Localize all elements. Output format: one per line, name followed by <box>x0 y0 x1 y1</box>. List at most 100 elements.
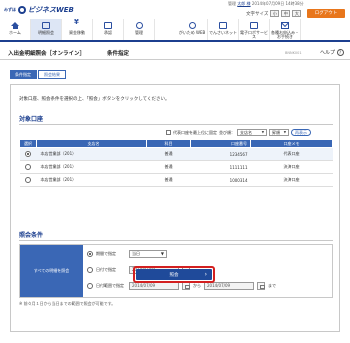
step-indicator: 条件指定 照会結果 <box>10 70 66 79</box>
page-title: 入出金明細照会［オンライン］ <box>8 51 86 57</box>
chevron-down-icon: ▼ <box>283 130 286 134</box>
date-label: 日付で指定 <box>96 267 116 272</box>
sort-field-value: 支店名 <box>240 130 252 135</box>
global-nav: ホーム 明細照会 資金移動 承認 管理 がいため WEB でんさいネット <box>0 19 350 42</box>
approval-icon <box>104 22 112 29</box>
conditions-label: すべての明細を照会 <box>20 245 83 297</box>
branch-cell: 本店営業部（201） <box>36 147 147 161</box>
font-large-button[interactable]: 大 <box>292 10 302 17</box>
nav-approval[interactable]: 承認 <box>93 19 124 40</box>
account-radio[interactable] <box>25 177 31 183</box>
date-radio[interactable] <box>87 267 93 273</box>
font-small-button[interactable]: 小 <box>270 10 280 17</box>
user-prefix: 管理 <box>228 1 236 6</box>
table-row[interactable]: 本店営業部（201） 普通 1234567 代表口座 <box>19 147 333 161</box>
nav-densai[interactable]: でんさいネット <box>208 19 239 40</box>
nav-statement[interactable]: 明細照会 <box>31 19 62 40</box>
col-header-branch: 支店名 <box>36 139 147 148</box>
range-radio[interactable] <box>87 283 93 289</box>
help-link[interactable]: ヘルプ ? <box>320 49 344 56</box>
number-cell: 1111111 <box>190 160 251 174</box>
memo-cell: 決済口座 <box>250 160 333 174</box>
divider <box>19 240 333 241</box>
col-header-memo: 口座メモ <box>250 139 333 148</box>
densai-icon <box>219 22 227 29</box>
sort-field-select[interactable]: 支店名 ▼ <box>237 129 267 136</box>
nav-management[interactable]: 管理 <box>124 19 155 40</box>
sort-order-select[interactable]: 昇順 ▼ <box>269 129 289 136</box>
nav-label: ホーム <box>9 30 21 35</box>
branch-cell: 本店営業部（201） <box>36 173 147 187</box>
statement-icon <box>42 22 50 29</box>
user-name[interactable]: 太郎 様 <box>237 1 250 6</box>
branch-cell: 本店営業部（201） <box>36 160 147 174</box>
forex-icon <box>188 22 196 29</box>
submit-highlight: 照会 › <box>133 266 215 283</box>
nav-forex[interactable]: がいため WEB <box>177 19 208 40</box>
logo-mark-icon <box>18 6 26 14</box>
range-from-input[interactable]: 2014/07/09 <box>129 282 179 290</box>
nav-label: でんさいネット <box>209 30 237 35</box>
page-subtitle: 条件指定 <box>107 51 130 57</box>
inquiry-button[interactable]: 照会 › <box>136 269 212 280</box>
nav-application[interactable]: 各種お申込み・お手続き <box>270 19 301 40</box>
range-end-label: まで <box>268 283 276 288</box>
divider <box>19 124 333 125</box>
number-cell: 1000314 <box>190 173 251 187</box>
nav-transfer[interactable]: 資金移動 <box>62 19 93 40</box>
logout-button[interactable]: ログアウト <box>307 9 345 18</box>
nav-label: 資金移動 <box>69 30 85 35</box>
step-next: 照会結果 <box>38 70 66 79</box>
table-row[interactable]: 本店営業部（201） 普通 1000314 決済口座 <box>19 173 333 187</box>
home-icon <box>11 22 19 29</box>
nav-label: 承認 <box>104 30 112 35</box>
range-to-input[interactable]: 2014/07/09 <box>204 282 254 290</box>
number-cell: 1234567 <box>190 147 251 161</box>
nav-label: がいため WEB <box>178 30 206 35</box>
account-radio[interactable] <box>25 151 31 157</box>
brand-logo[interactable]: みずほ ビジネスWEB <box>4 4 74 16</box>
nav-label: 電子ロボサービス <box>240 30 268 39</box>
memo-cell: 決済口座 <box>250 173 333 187</box>
range-row: 日付範囲で指定 2014/07/09 から 2014/07/09 まで <box>87 282 276 290</box>
last-login: 2014年07月09日 14時38分 <box>251 1 304 6</box>
transfer-icon <box>73 20 81 29</box>
col-header-select: 選択 <box>19 139 37 148</box>
calendar-icon[interactable] <box>182 282 190 290</box>
period-radio[interactable] <box>87 251 93 257</box>
robo-icon <box>250 22 258 29</box>
range-separator: から <box>193 283 201 288</box>
chevron-down-icon: ▼ <box>160 251 164 256</box>
nav-label: 各種お申込み・お手続き <box>271 30 299 39</box>
table-row[interactable]: 本店営業部（201） 普通 1111111 決済口座 <box>19 160 333 174</box>
calendar-icon[interactable] <box>257 282 265 290</box>
representative-first-checkbox[interactable] <box>166 130 171 135</box>
period-row: 期間で指定 当日 ▼ <box>87 250 167 258</box>
nav-home[interactable]: ホーム <box>0 19 31 40</box>
accounts-table: 選択 支店名 科目 口座番号 口座メモ 本店営業部（201） 普通 123456… <box>19 139 333 187</box>
screen-id: BNNK001 <box>285 51 302 55</box>
type-cell: 普通 <box>146 147 191 161</box>
nav-robo[interactable]: 電子ロボサービス <box>239 19 270 40</box>
range-label: 日付範囲で指定 <box>96 283 124 288</box>
resort-button[interactable]: 再表示 <box>291 129 311 136</box>
logo-small-text: みずほ <box>4 7 16 12</box>
font-medium-button[interactable]: 中 <box>281 10 291 17</box>
font-size-label: 文字サイズ <box>246 11 269 17</box>
chevron-down-icon: ▼ <box>261 130 264 134</box>
period-note: ※ 前々月１日から当日までの範囲で照会が可能です。 <box>19 301 116 306</box>
main-panel: 対象口座、照会条件を選択の上、「照会」ボタンをクリックしてください。 対象口座 … <box>10 84 340 332</box>
font-size-control: 文字サイズ 小 中 大 <box>246 10 302 17</box>
header: みずほ ビジネスWEB 管理 太郎 様 2014年07月09日 14時38分 文… <box>0 0 350 42</box>
account-sort-controls: 代表口座を最上位に固定 並び順： 支店名 ▼ 昇順 ▼ 再表示 <box>166 129 311 136</box>
period-label: 期間で指定 <box>96 251 116 256</box>
col-header-type: 科目 <box>146 139 191 148</box>
chevron-right-icon: › <box>204 271 207 278</box>
account-radio[interactable] <box>25 164 31 170</box>
representative-first-label: 代表口座を最上位に固定 <box>173 129 217 135</box>
period-select[interactable]: 当日 ▼ <box>129 250 167 258</box>
step-current: 条件指定 <box>10 70 37 79</box>
conditions-section-title: 照会条件 <box>19 232 44 239</box>
help-label: ヘルプ <box>320 50 336 56</box>
